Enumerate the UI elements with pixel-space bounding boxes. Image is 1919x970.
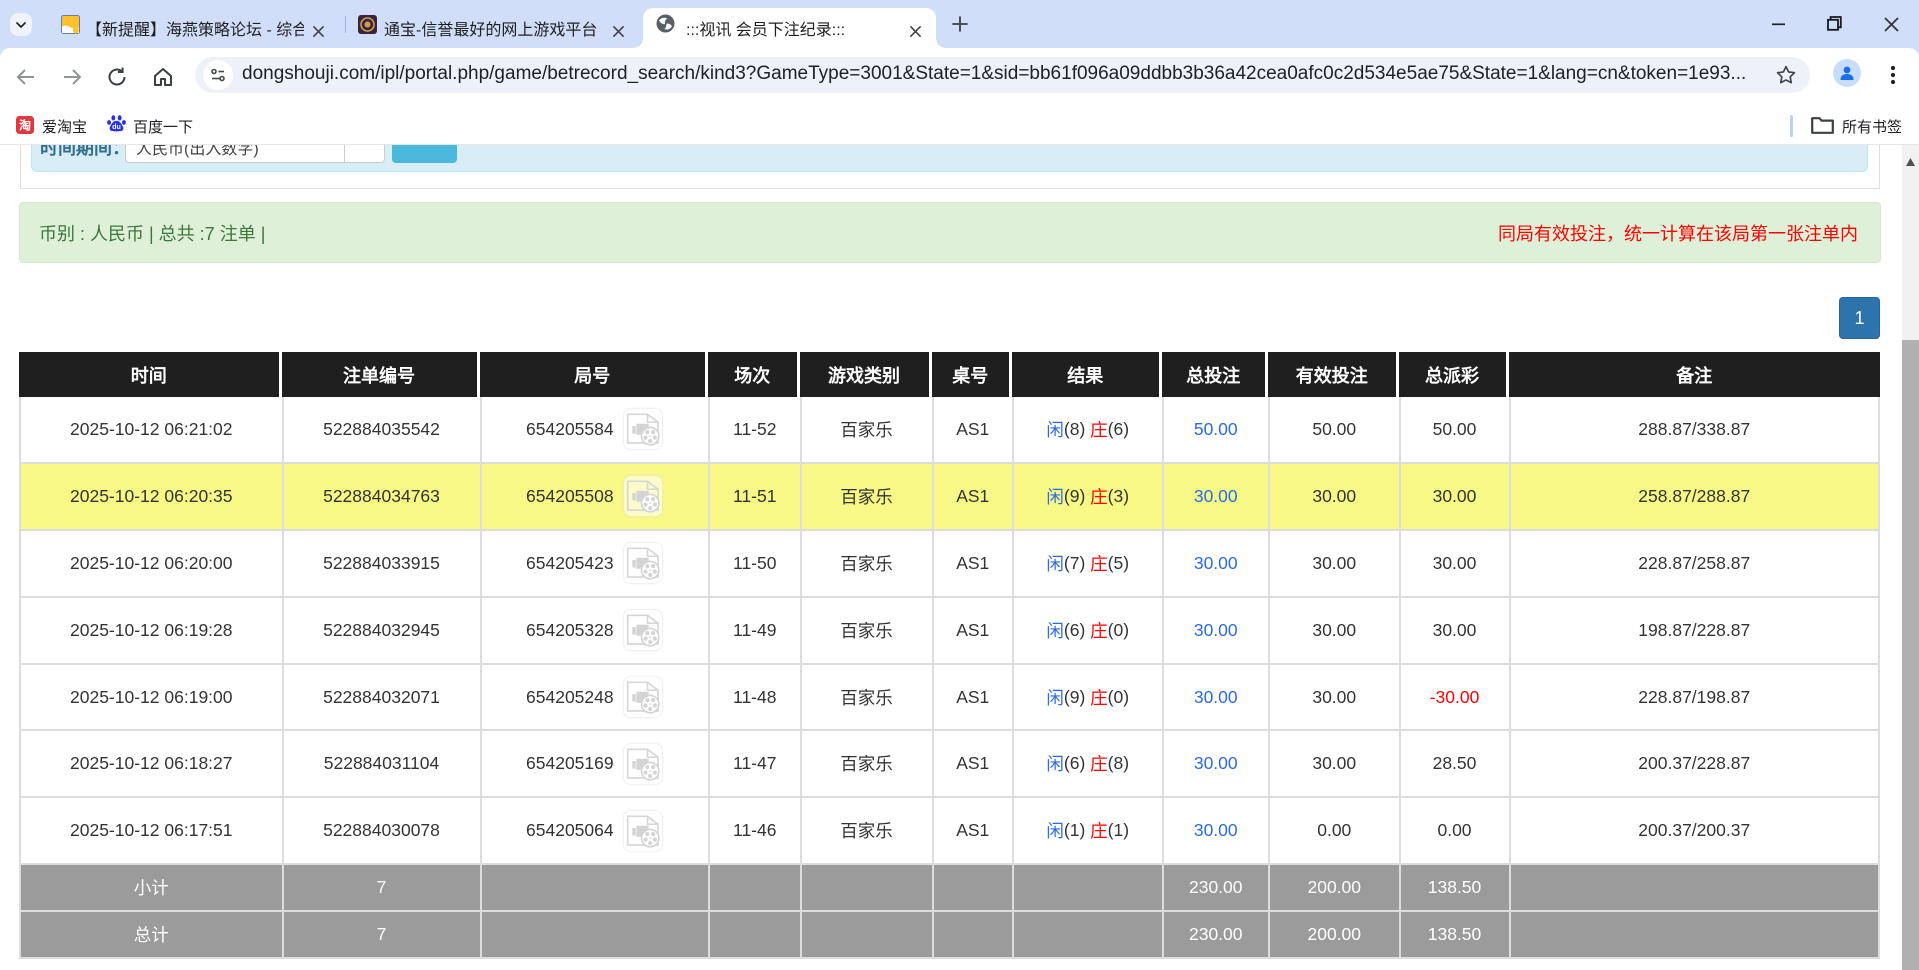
svg-text:du: du xyxy=(112,123,121,131)
svg-text:淘: 淘 xyxy=(19,118,31,133)
